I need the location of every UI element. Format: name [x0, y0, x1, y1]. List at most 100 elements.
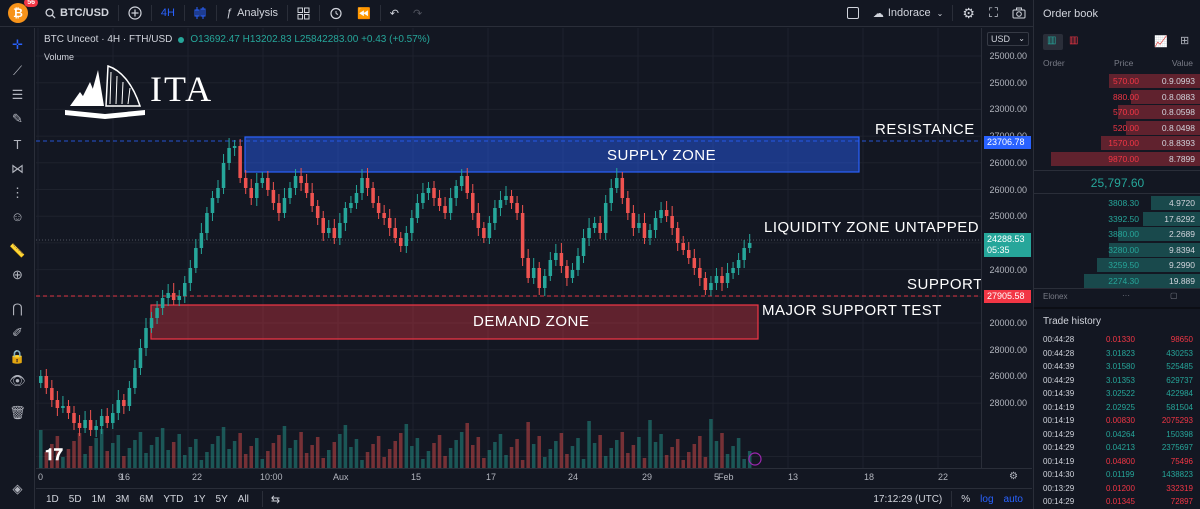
emoji-icon[interactable]: ☺	[9, 208, 26, 225]
magnet-icon[interactable]: ⋂	[9, 300, 26, 317]
text-tool-icon[interactable]: T	[9, 136, 26, 153]
candle	[232, 146, 237, 148]
ask-row[interactable]: 880.00 0.8.0883	[1034, 89, 1200, 105]
brush-icon[interactable]: ✎	[9, 110, 26, 127]
ask-row[interactable]: 570.00 0.9.0993	[1034, 73, 1200, 89]
trend-line-icon[interactable]: ⟋	[9, 62, 26, 79]
zoom-in-icon[interactable]: ⊕	[9, 266, 26, 283]
volume-bar	[399, 433, 403, 468]
trade-value: 629737	[1166, 375, 1193, 385]
volume-bar	[94, 438, 98, 468]
range-button-5y[interactable]: 5Y	[211, 494, 233, 505]
supply-zone-box[interactable]	[244, 136, 860, 173]
auto-toggle[interactable]: auto	[999, 494, 1028, 505]
fullscreen-button[interactable]: ⛶	[982, 0, 1005, 27]
candle	[387, 218, 392, 228]
crosshair-icon[interactable]: ✛	[9, 36, 26, 53]
alert-button[interactable]	[322, 0, 350, 27]
candle	[626, 198, 630, 213]
bid-row[interactable]: 2274.30 19.889	[1034, 273, 1200, 289]
bid-row[interactable]: 3808.30 4.9720	[1034, 195, 1200, 211]
layout-button[interactable]	[290, 0, 317, 27]
replay-button[interactable]: ⏪	[350, 0, 378, 27]
layers-icon[interactable]: ◈	[9, 480, 26, 497]
fullscreen-toggle[interactable]	[840, 0, 866, 27]
candle	[692, 258, 697, 268]
ruler-icon[interactable]: 📏	[9, 242, 26, 259]
volume-bar	[149, 445, 154, 468]
candle	[55, 400, 60, 408]
log-toggle[interactable]: log	[975, 494, 998, 505]
demand-zone-box[interactable]	[150, 304, 759, 340]
ask-row[interactable]: 9870.00 8.7899	[1034, 151, 1200, 167]
candle	[559, 253, 564, 266]
candle	[487, 223, 492, 238]
horizontal-lines-icon[interactable]: ☰	[9, 86, 26, 103]
candle	[720, 276, 724, 283]
candle	[365, 178, 370, 188]
candle	[537, 268, 541, 288]
more-icon[interactable]: ⊞	[1180, 34, 1189, 47]
resize-icon[interactable]: ▢	[1170, 291, 1178, 300]
ask-row[interactable]: 570.00 0.8.0598	[1034, 104, 1200, 120]
volume-bar	[138, 432, 143, 468]
range-button-3m[interactable]: 3M	[111, 494, 135, 505]
btc-logo-icon[interactable]: ₿ 56	[8, 0, 38, 23]
bid-row[interactable]: 3392.50 17.6292	[1034, 211, 1200, 227]
bids-only-icon[interactable]: ▥	[1069, 35, 1078, 46]
trade-price: 0.04264	[1106, 429, 1135, 439]
indicator-dropdown[interactable]: ☁ Indorace ⌄	[866, 0, 951, 27]
currency-selector[interactable]: USD ⌄	[987, 32, 1029, 46]
time-axis[interactable]: 0 9 16 22 10:00 Aux 15 17 24 29 5 Feb 13 18 22 ⚙	[36, 468, 1032, 486]
price-axis[interactable]: USD⌄ 25000.0025000.0023000.0027000.00260…	[981, 28, 1032, 468]
range-button-all[interactable]: All	[233, 494, 254, 505]
axis-settings-icon[interactable]: ⚙	[1009, 471, 1018, 482]
range-button-1m[interactable]: 1M	[87, 494, 111, 505]
bid-row[interactable]: 3280.00 9.8394	[1034, 242, 1200, 258]
search-icon	[45, 7, 56, 19]
trade-time: 00:14:19	[1043, 416, 1075, 425]
bid-row[interactable]: 3259.50 9.2990	[1034, 257, 1200, 273]
candle	[216, 188, 220, 198]
volume-bar	[659, 434, 663, 468]
interval-button[interactable]: 4H	[154, 0, 182, 27]
trash-icon[interactable]: 🗑	[9, 404, 26, 421]
chart-view-icon[interactable]: 📈	[1154, 35, 1168, 48]
settings-button[interactable]: ⚙	[955, 0, 982, 27]
compare-button[interactable]	[121, 0, 149, 27]
chart-type-button[interactable]	[187, 0, 214, 27]
volume-bar	[509, 447, 514, 468]
range-button-1d[interactable]: 1D	[41, 494, 64, 505]
range-button-5d[interactable]: 5D	[64, 494, 87, 505]
candle	[194, 248, 198, 268]
orderbook-view-toggle[interactable]: ▥	[1043, 34, 1063, 50]
percent-toggle[interactable]: %	[956, 494, 975, 505]
range-button-1y[interactable]: 1Y	[188, 494, 210, 505]
volume-bar	[205, 452, 209, 468]
date-range-icon[interactable]: ⇆	[271, 493, 280, 506]
indicators-button[interactable]: ƒ Analysis	[219, 0, 285, 27]
utc-clock[interactable]: 17:12:29 (UTC)	[868, 494, 947, 505]
pattern-icon[interactable]: ⋈	[9, 160, 26, 177]
ask-row[interactable]: 520.00 0.8.0498	[1034, 120, 1200, 136]
tradingview-logo-icon: 𝟏𝟕	[45, 447, 63, 464]
lock-pencil-icon[interactable]: ✐	[9, 324, 26, 341]
range-button-6m[interactable]: 6M	[134, 494, 158, 505]
symbol-search[interactable]: BTC/USD	[38, 0, 116, 27]
dots-icon[interactable]: ···	[1122, 291, 1130, 300]
order-value: 0.8.0498	[1161, 122, 1195, 133]
undo-button[interactable]: ↶	[383, 0, 406, 27]
eye-icon[interactable]: 👁	[9, 372, 26, 389]
bid-row[interactable]: 3880.00 2.2689	[1034, 226, 1200, 242]
volume-bar	[482, 458, 486, 468]
snapshot-button[interactable]	[1005, 0, 1033, 27]
volume-bar	[105, 451, 109, 468]
redo-button[interactable]: ↷	[406, 0, 429, 27]
fib-icon[interactable]: ⋮	[9, 184, 26, 201]
candle	[703, 278, 708, 290]
volume-bar	[155, 437, 159, 468]
lock-icon[interactable]: 🔒	[9, 348, 26, 365]
range-button-ytd[interactable]: YTD	[158, 494, 188, 505]
ask-row[interactable]: 1570.00 0.8.8393	[1034, 135, 1200, 151]
trade-time: 00:44:28	[1043, 348, 1075, 358]
